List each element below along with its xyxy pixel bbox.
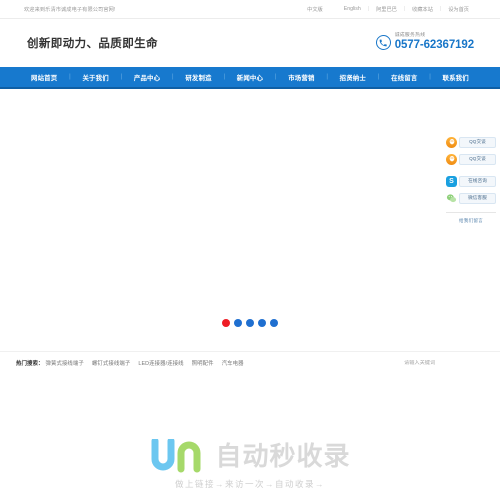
- hero-carousel[interactable]: [0, 89, 500, 351]
- nav-separator: |: [172, 74, 174, 80]
- add-favorite-link[interactable]: 收藏本站: [405, 6, 440, 13]
- nav-separator: |: [429, 74, 431, 80]
- nav-item-marketing[interactable]: 市场营销: [288, 73, 314, 82]
- contact-row-skype[interactable]: S 在线咨询: [446, 174, 496, 188]
- nav-separator: |: [274, 74, 277, 80]
- service-hotline: 诚成服务热线 0577-62367192: [375, 34, 474, 51]
- qq-icon: [446, 153, 457, 165]
- skype-icon: S: [446, 175, 457, 187]
- nav-separator: |: [326, 74, 328, 80]
- hot-keyword-spring-terminal[interactable]: 弹簧式接线端子: [45, 359, 83, 367]
- hot-search-bar: 热门搜索： 弹簧式接线端子 螺钉式接线端子 LED连接器/连接线 照明配件 汽车…: [0, 351, 500, 373]
- lang-english-link[interactable]: English: [337, 6, 368, 12]
- contact-row-qq-2[interactable]: QQ交谈: [446, 152, 496, 166]
- watermark-tagline: 做上链接→来访一次→自动收录→: [174, 479, 325, 489]
- phone-icon: [375, 35, 391, 51]
- contact-row-qq-1[interactable]: QQ交谈: [446, 135, 496, 149]
- nav-item-news[interactable]: 新闻中心: [237, 73, 263, 82]
- jn-logo-icon: [151, 439, 201, 473]
- nav-item-careers[interactable]: 招贤纳士: [340, 73, 366, 82]
- watermark-title: 自动秒收录: [215, 441, 351, 471]
- contact-label-qq-1[interactable]: QQ交谈: [459, 136, 496, 148]
- nav-separator: |: [69, 74, 71, 80]
- brand-block: 创新即动力、品质即生命: [27, 35, 158, 51]
- search-box[interactable]: [404, 359, 478, 366]
- nav-separator: |: [223, 74, 225, 80]
- nav-item-products[interactable]: 产品中心: [134, 73, 160, 82]
- hot-keywords-group: 热门搜索： 弹簧式接线端子 螺钉式接线端子 LED连接器/连接线 照明配件 汽车…: [16, 359, 244, 367]
- floating-contact-widget: QQ交谈 QQ交谈 S 在线咨询 微信客服 给我们留言: [444, 135, 498, 224]
- hot-keyword-led-connector[interactable]: LED连接器/连接线: [138, 359, 183, 367]
- welcome-text: 欢迎来到乐清市诚成电子有限公司官网!: [24, 6, 116, 13]
- nav-items-container: 网站首页 | 关于我们 | 产品中心 | 研发制造 | 新闻中心 | 市场营销 …: [15, 73, 485, 82]
- hot-search-label: 热门搜索：: [16, 360, 44, 367]
- contact-label-qq-2[interactable]: QQ交谈: [459, 153, 496, 165]
- nav-item-about[interactable]: 关于我们: [82, 73, 108, 82]
- carousel-dot-1[interactable]: [222, 319, 230, 327]
- site-header: 创新即动力、品质即生命 诚成服务热线 0577-62367192: [0, 19, 500, 67]
- nav-item-contact[interactable]: 联系我们: [443, 73, 469, 82]
- watermark-logo-row: 自动秒收录: [149, 439, 350, 473]
- nav-item-rd-manufacturing[interactable]: 研发制造: [185, 73, 211, 82]
- lang-chinese-link[interactable]: 中文版: [307, 6, 337, 13]
- top-bar: 欢迎来到乐清市诚成电子有限公司官网! 中文版 English | 阿里巴巴 | …: [0, 0, 500, 19]
- contact-row-wechat[interactable]: 微信客服: [446, 191, 496, 205]
- nav-separator: |: [120, 74, 123, 80]
- leave-message-link[interactable]: 给我们留言: [459, 218, 483, 224]
- hot-keyword-auto-electric[interactable]: 汽车电器: [222, 359, 244, 367]
- hotline-number: 0577-62367192: [394, 39, 474, 52]
- alibaba-link[interactable]: 阿里巴巴: [369, 6, 404, 13]
- qq-icon: [446, 136, 457, 148]
- widget-divider: [446, 212, 496, 213]
- contact-label-skype[interactable]: 在线咨询: [459, 175, 496, 187]
- carousel-dot-5[interactable]: [270, 319, 278, 327]
- nav-item-message[interactable]: 在线留言: [391, 73, 417, 82]
- site-slogan: 创新即动力、品质即生命: [27, 38, 158, 50]
- hotline-text-block: 诚成服务热线 0577-62367192: [395, 34, 474, 51]
- hot-keyword-screw-terminal[interactable]: 螺钉式接线端子: [92, 359, 130, 367]
- wechat-icon: [446, 192, 457, 204]
- carousel-dot-2[interactable]: [234, 319, 242, 327]
- hot-keyword-lighting-accessories[interactable]: 照明配件: [192, 359, 214, 367]
- carousel-dots: [0, 319, 500, 327]
- carousel-dot-3[interactable]: [246, 319, 254, 327]
- set-homepage-link[interactable]: 设为首页: [441, 6, 476, 13]
- contact-label-wechat[interactable]: 微信客服: [459, 192, 496, 204]
- main-navigation: 网站首页 | 关于我们 | 产品中心 | 研发制造 | 新闻中心 | 市场营销 …: [0, 67, 500, 89]
- top-bar-links: 中文版 English | 阿里巴巴 | 收藏本站 | 设为首页: [307, 6, 476, 13]
- watermark: 自动秒收录 做上链接→来访一次→自动收录→: [0, 439, 500, 490]
- nav-item-home[interactable]: 网站首页: [31, 73, 57, 82]
- carousel-dot-4[interactable]: [258, 319, 266, 327]
- nav-separator: |: [377, 74, 380, 80]
- search-input[interactable]: [404, 359, 478, 366]
